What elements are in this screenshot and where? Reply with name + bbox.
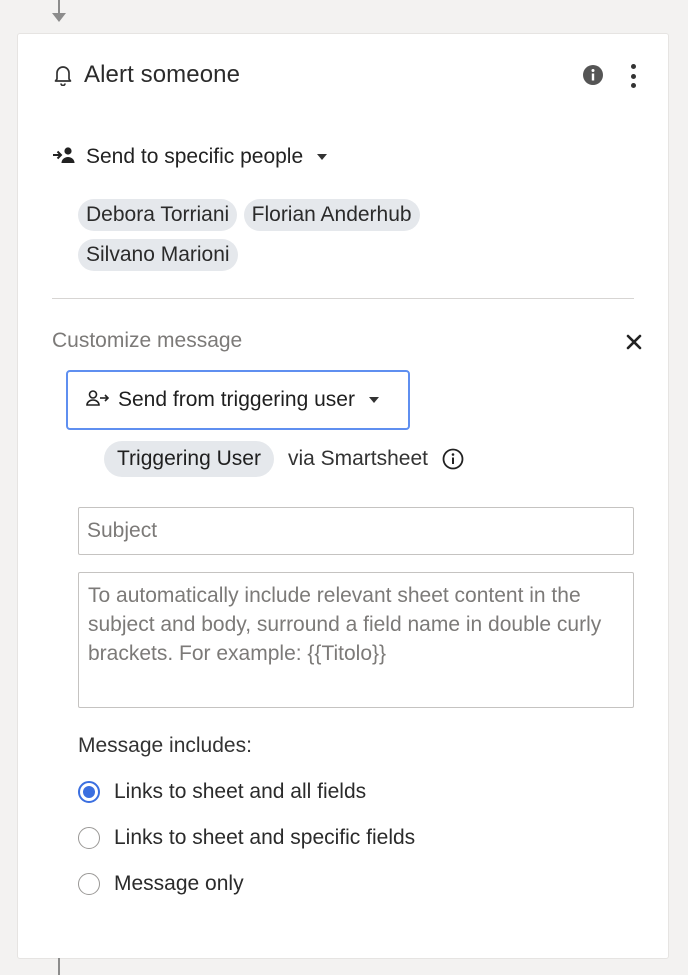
- recipient-list: Debora Torriani Florian Anderhub Silvano…: [78, 199, 498, 279]
- sender-row: Triggering User via Smartsheet: [104, 440, 465, 478]
- user-arrow-icon: [86, 389, 110, 412]
- more-options-icon[interactable]: [622, 62, 644, 90]
- card-header: Alert someone: [52, 60, 644, 90]
- radio-selected[interactable]: [78, 781, 100, 803]
- subject-input[interactable]: [78, 507, 634, 555]
- recipients-mode-label: Send to specific people: [86, 145, 304, 168]
- option-label: Links to sheet and specific fields: [114, 826, 416, 849]
- recipients-mode-dropdown[interactable]: Send to specific people: [52, 142, 328, 172]
- sender-chip: Triggering User: [104, 441, 274, 477]
- recipient-chip[interactable]: Silvano Marioni: [78, 239, 238, 271]
- close-icon[interactable]: [624, 332, 644, 352]
- message-body-field[interactable]: [78, 572, 634, 708]
- option-label: Message only: [114, 872, 244, 895]
- flow-connector-bottom: [58, 958, 60, 975]
- send-from-label: Send from triggering user: [118, 388, 355, 411]
- chevron-down-icon: [317, 154, 328, 160]
- via-label: via Smartsheet: [287, 447, 428, 470]
- option-message-only[interactable]: Message only: [78, 870, 244, 898]
- bell-icon: [52, 64, 74, 86]
- option-all-fields[interactable]: Links to sheet and all fields: [78, 778, 366, 806]
- send-from-dropdown[interactable]: Send from triggering user: [66, 370, 410, 430]
- chevron-down-icon: [368, 397, 379, 403]
- radio-unselected[interactable]: [78, 873, 100, 895]
- option-specific-fields[interactable]: Links to sheet and specific fields: [78, 824, 415, 852]
- radio-unselected[interactable]: [78, 827, 100, 849]
- alert-action-card: Alert someone Send to specific people De…: [18, 34, 668, 958]
- message-includes-label: Message includes:: [78, 734, 252, 757]
- recipient-chip[interactable]: Debora Torriani: [78, 199, 238, 231]
- flow-connector-top: [58, 0, 60, 14]
- recipient-chip[interactable]: Florian Anderhub: [243, 199, 420, 231]
- info-outline-icon[interactable]: [441, 447, 465, 471]
- info-icon[interactable]: [582, 64, 604, 86]
- action-title: Alert someone: [84, 61, 241, 88]
- option-label: Links to sheet and all fields: [114, 780, 367, 803]
- customize-message-label: Customize message: [52, 329, 243, 352]
- flow-arrow-icon: [52, 13, 66, 22]
- add-person-icon: [52, 145, 76, 170]
- section-divider: [52, 298, 634, 299]
